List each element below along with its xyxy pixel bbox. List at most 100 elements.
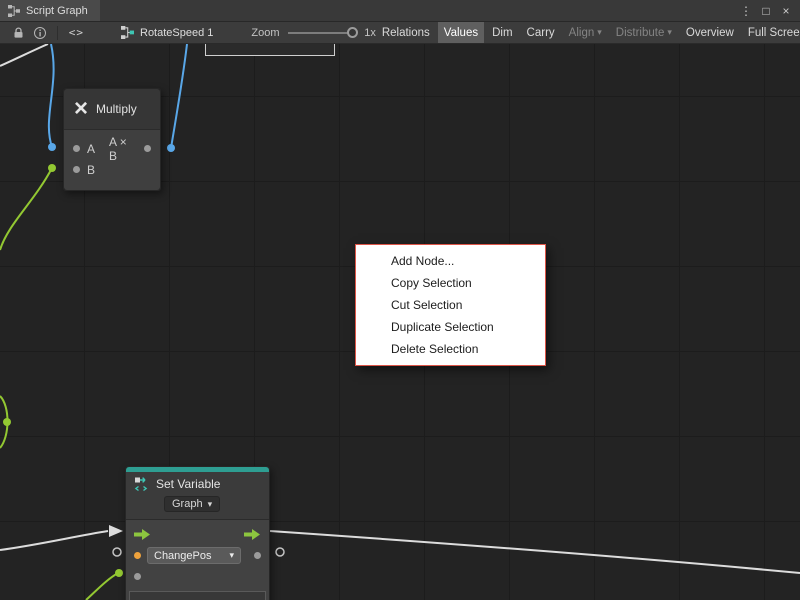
variable-name-label: ChangePos [154, 550, 212, 562]
toolbar-divider [57, 26, 58, 40]
flow-row [126, 524, 269, 545]
multiply-node[interactable]: × Multiply A A × B B [63, 88, 161, 191]
set-variable-body: ChangePos ▾ [126, 520, 269, 600]
variable-name-dropdown[interactable]: ChangePos ▾ [147, 547, 241, 564]
flow-output-arrow-icon[interactable] [244, 529, 261, 540]
wire-white-topleft [0, 44, 48, 66]
info-button[interactable] [29, 22, 51, 44]
values-label: Values [444, 27, 478, 39]
toolbar-button-group: Relations Values Dim Carry Align▾ Distri… [376, 22, 800, 44]
script-graph-window: Script Graph ⋮ □ × <> [0, 0, 800, 600]
set-variable-icon [134, 476, 150, 492]
input-port-a[interactable] [73, 145, 80, 152]
graph-canvas[interactable]: × Multiply A A × B B [0, 44, 800, 600]
multiply-node-header[interactable]: × Multiply [64, 89, 160, 130]
menu-item-delete-selection[interactable]: Delete Selection [356, 338, 545, 360]
graph-toolbar: <> RotateSpeed 1 Zoom 1x Relations Value… [0, 22, 800, 44]
set-variable-header[interactable]: Set Variable Graph ▾ [126, 472, 269, 520]
value-input-port[interactable] [134, 573, 141, 580]
wire-green-b [0, 168, 52, 250]
full-screen-label: Full Screen [748, 27, 800, 39]
port-endpoint-blue-a [48, 143, 56, 151]
script-graph-icon [8, 5, 20, 17]
chevron-down-icon: ▾ [208, 500, 213, 509]
relations-button[interactable]: Relations [376, 22, 436, 44]
wire-blue-a [49, 44, 54, 147]
menu-item-duplicate-selection[interactable]: Duplicate Selection [356, 316, 545, 338]
flow-input-arrow-icon[interactable] [134, 529, 151, 540]
menu-item-copy-selection[interactable]: Copy Selection [356, 272, 545, 294]
variable-row: ChangePos ▾ [126, 545, 269, 566]
multiply-row-a: A A × B [64, 138, 160, 159]
menu-item-add-node[interactable]: Add Node... [356, 250, 545, 272]
graph-name: RotateSpeed 1 [140, 27, 213, 39]
distribute-label: Distribute [616, 27, 665, 39]
maximize-icon[interactable]: □ [758, 4, 774, 18]
window-menu-icon[interactable]: ⋮ [738, 4, 754, 18]
port-endpoint-green-left [3, 418, 11, 426]
tab-label: Script Graph [26, 5, 88, 17]
port-endpoint-blue-out [167, 144, 175, 152]
input-port-b[interactable] [73, 166, 80, 173]
edit-code-button[interactable]: <> [64, 22, 89, 44]
port-endpoint-green-b [48, 164, 56, 172]
tab-script-graph[interactable]: Script Graph [0, 0, 100, 21]
close-icon[interactable]: × [778, 4, 794, 18]
multiply-node-body: A A × B B [64, 130, 160, 190]
zoom-slider[interactable] [288, 22, 357, 44]
value-row [126, 566, 269, 587]
multiply-icon: × [74, 97, 88, 121]
zoom-slider-track[interactable] [288, 32, 357, 34]
set-variable-node[interactable]: Set Variable Graph ▾ [125, 466, 270, 600]
info-icon [34, 27, 46, 39]
port-label-a: A [87, 142, 95, 156]
carry-button[interactable]: Carry [521, 22, 561, 44]
variable-scope-dropdown[interactable]: Graph ▾ [164, 496, 220, 512]
port-endpoint-green-bottom [115, 569, 123, 577]
chevron-down-icon: ▾ [229, 551, 234, 560]
lock-button[interactable] [8, 22, 29, 44]
overview-button[interactable]: Overview [680, 22, 740, 44]
distribute-button[interactable]: Distribute▾ [610, 22, 678, 44]
wire-white-out [270, 531, 800, 573]
variable-input-port[interactable] [134, 552, 141, 559]
variable-scope-label: Graph [172, 498, 203, 510]
align-label: Align [569, 27, 595, 39]
values-button[interactable]: Values [438, 22, 484, 44]
wire-green-bottom [86, 573, 118, 600]
clipped-node-fragment[interactable] [205, 44, 335, 56]
flow-arrowhead [109, 525, 123, 537]
node-sub-panel [129, 591, 266, 600]
wire-blue-out [171, 44, 187, 148]
port-label-out: A × B [109, 135, 137, 163]
multiply-node-title: Multiply [96, 102, 137, 116]
dim-button[interactable]: Dim [486, 22, 518, 44]
port-outline-left [113, 548, 121, 556]
graph-breadcrumb[interactable]: RotateSpeed 1 [121, 26, 213, 39]
titlebar: Script Graph ⋮ □ × [0, 0, 800, 22]
port-outline-right [276, 548, 284, 556]
align-button[interactable]: Align▾ [563, 22, 608, 44]
code-icon: <> [69, 26, 84, 39]
chevron-down-icon: ▾ [597, 28, 602, 37]
menu-item-cut-selection[interactable]: Cut Selection [356, 294, 545, 316]
variable-output-port[interactable] [254, 552, 261, 559]
context-menu: Add Node... Copy Selection Cut Selection… [355, 244, 546, 366]
carry-label: Carry [527, 27, 555, 39]
graph-asset-icon [121, 26, 134, 39]
wire-green-left [0, 396, 8, 448]
output-port[interactable] [144, 145, 151, 152]
dim-label: Dim [492, 27, 512, 39]
chevron-down-icon: ▾ [667, 28, 672, 37]
lock-icon [13, 27, 24, 39]
relations-label: Relations [382, 27, 430, 39]
zoom-slider-knob[interactable] [347, 27, 358, 38]
zoom-value: 1x [364, 27, 376, 39]
set-variable-title: Set Variable [156, 477, 220, 491]
full-screen-button[interactable]: Full Screen [742, 22, 800, 44]
overview-label: Overview [686, 27, 734, 39]
window-controls: ⋮ □ × [738, 0, 800, 21]
wire-white-in [0, 531, 108, 550]
zoom-label: Zoom [251, 27, 279, 39]
port-label-b: B [87, 163, 95, 177]
